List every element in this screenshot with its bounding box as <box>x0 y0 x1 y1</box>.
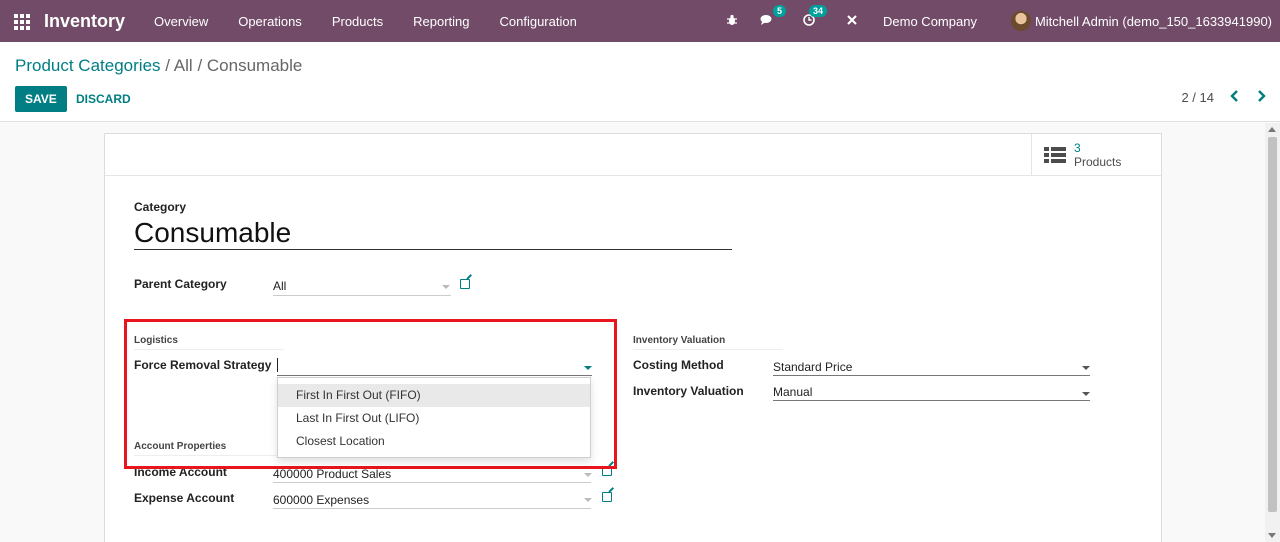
removal-strategy-dropdown-menu: First In First Out (FIFO) Last In First … <box>277 377 591 458</box>
inventory-valuation-label: Inventory Valuation <box>633 384 744 398</box>
parent-category-label: Parent Category <box>134 277 227 291</box>
app-name[interactable]: Inventory <box>44 11 125 32</box>
messages-badge: 5 <box>773 4 787 17</box>
inventory-valuation-group-title: Inventory Valuation <box>633 335 783 350</box>
systray: 5 34 Demo Company Mitchell Admin (demo_1… <box>715 0 1280 42</box>
expense-account-dropdown-icon[interactable] <box>584 498 592 502</box>
products-label: Products <box>1074 155 1122 169</box>
list-icon <box>1044 147 1066 164</box>
scrollbar[interactable] <box>1265 123 1280 542</box>
clock-icon[interactable]: 34 <box>803 4 828 29</box>
income-account-value[interactable]: 400000 Product Sales <box>273 467 391 481</box>
parent-category-field[interactable] <box>273 295 451 296</box>
parent-category-value[interactable]: All <box>273 279 286 293</box>
expense-account-external-link-icon[interactable] <box>602 492 612 502</box>
income-account-field[interactable] <box>273 482 591 483</box>
breadcrumb-all: All <box>173 56 193 75</box>
products-count: 3 <box>1074 141 1081 155</box>
breadcrumb-separator: / <box>197 56 203 75</box>
costing-method-label: Costing Method <box>633 358 724 372</box>
main-menu: Overview Operations Products Reporting C… <box>139 14 592 29</box>
option-closest-location[interactable]: Closest Location <box>278 430 590 453</box>
save-button[interactable]: SAVE <box>15 86 67 112</box>
menu-operations[interactable]: Operations <box>223 14 317 29</box>
inventory-valuation-value[interactable]: Manual <box>773 385 812 399</box>
inventory-valuation-select[interactable] <box>773 400 1090 401</box>
menu-overview[interactable]: Overview <box>139 14 223 29</box>
top-navbar: Inventory Overview Operations Products R… <box>0 0 1280 42</box>
costing-method-dropdown-icon[interactable] <box>1082 366 1090 370</box>
discard-button[interactable]: DISCARD <box>75 86 132 112</box>
apps-menu-icon[interactable] <box>14 14 32 30</box>
control-panel: Product Categories / All / Consumable SA… <box>0 42 1280 122</box>
costing-method-select[interactable] <box>773 375 1090 376</box>
breadcrumb-product-categories[interactable]: Product Categories <box>15 56 161 75</box>
costing-method-value[interactable]: Standard Price <box>773 360 852 374</box>
inventory-valuation-dropdown-icon[interactable] <box>1082 392 1090 396</box>
pager-next-icon[interactable] <box>1256 89 1266 105</box>
category-name-input[interactable]: Consumable <box>134 216 732 250</box>
breadcrumb: Product Categories / All / Consumable <box>15 56 302 76</box>
breadcrumb-current: Consumable <box>206 56 303 75</box>
parent-category-dropdown-icon[interactable] <box>442 285 450 289</box>
pager-previous-icon[interactable] <box>1230 89 1240 105</box>
menu-products[interactable]: Products <box>317 14 398 29</box>
expense-account-label: Expense Account <box>134 491 235 505</box>
parent-category-external-link-icon[interactable] <box>460 279 470 289</box>
expense-account-value[interactable]: 600000 Expenses <box>273 493 369 507</box>
products-stat: 3 Products <box>1074 141 1121 169</box>
bug-icon[interactable] <box>726 14 738 29</box>
category-label: Category <box>134 200 187 214</box>
option-lifo[interactable]: Last In First Out (LIFO) <box>278 407 590 430</box>
income-account-dropdown-icon[interactable] <box>584 473 592 477</box>
user-menu[interactable]: Mitchell Admin (demo_150_1633941990) <box>1035 14 1272 29</box>
products-smart-button[interactable]: 3 Products <box>1031 134 1161 176</box>
pager-value[interactable]: 2 / 14 <box>1181 90 1214 105</box>
menu-reporting[interactable]: Reporting <box>398 14 484 29</box>
scroll-up-icon[interactable] <box>1268 127 1276 132</box>
tools-icon[interactable] <box>846 14 858 29</box>
activities-badge: 34 <box>809 4 828 17</box>
scroll-thumb[interactable] <box>1268 137 1277 512</box>
chat-icon[interactable]: 5 <box>760 4 787 29</box>
scroll-down-icon[interactable] <box>1268 533 1276 538</box>
expense-account-field[interactable] <box>273 508 591 509</box>
option-fifo[interactable]: First In First Out (FIFO) <box>278 384 590 407</box>
company-switcher[interactable]: Demo Company <box>883 14 977 29</box>
button-box: 3 Products <box>105 134 1161 176</box>
menu-configuration[interactable]: Configuration <box>485 14 592 29</box>
breadcrumb-separator: / <box>165 56 170 75</box>
avatar[interactable] <box>1010 11 1031 31</box>
